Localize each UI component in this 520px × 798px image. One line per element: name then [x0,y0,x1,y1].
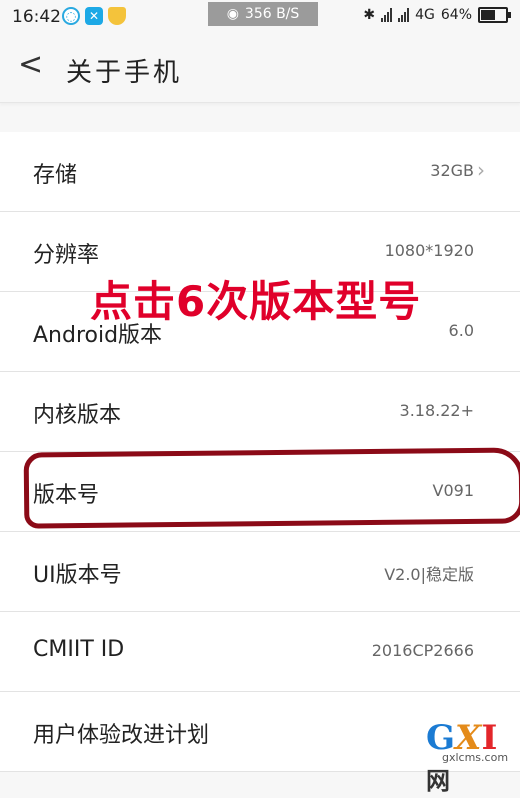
row-label: 分辨率 [33,243,100,268]
row-cmiit-id[interactable]: CMIIT ID 2016CP2666 [0,612,520,692]
qq-icon: ◌ [62,7,80,25]
page-title: 关于手机 [66,58,183,88]
signal-4g-icon [398,8,410,22]
annotation-circle [23,447,520,529]
back-button[interactable]: < [18,50,43,80]
signal-icon [381,8,393,22]
network-speed: 356 B/S [244,6,300,22]
annotation-text: 点击6次版本型号 [90,277,422,326]
row-label: 内核版本 [33,403,122,428]
status-time: 16:42 [12,7,61,27]
app-header: < 关于手机 [0,34,520,103]
watermark-domain: gxlcms.com [442,751,509,764]
bluetooth-icon: ✱ [363,7,376,23]
row-storage[interactable]: 存储 32GB › [0,132,520,212]
shield-icon [108,7,126,25]
row-value: 2016CP2666 [371,641,474,660]
status-right: ✱ 4G 64% [363,7,511,23]
battery-icon [478,7,511,23]
row-value: 32GB [430,161,474,180]
network-speed-indicator: ◉ 356 B/S [208,2,318,26]
notification-icons: ◌ ✕ [62,7,126,25]
row-kernel-version[interactable]: 内核版本 3.18.22+ [0,372,520,452]
row-ui-version[interactable]: UI版本号 V2.0|稳定版 [0,532,520,612]
battery-percent: 64% [440,7,472,23]
row-label: 用户体验改进计划 [33,723,210,748]
hotspot-icon: ◉ [226,6,239,22]
row-label: UI版本号 [33,563,122,588]
row-value: 1080*1920 [384,241,474,260]
row-value: 6.0 [448,321,474,340]
watermark-logo: GXI网 gxlcms.com [420,718,518,795]
network-type: 4G [415,7,435,23]
row-value: 3.18.22+ [399,401,474,420]
row-label: 存储 [33,163,78,188]
app-notification-icon: ✕ [85,7,103,25]
chevron-right-icon: › [477,158,485,182]
row-label: CMIIT ID [33,637,125,662]
row-value: V2.0|稳定版 [384,565,474,584]
status-bar: 16:42 ◌ ✕ ◉ 356 B/S ✱ 4G 64% [0,0,520,34]
